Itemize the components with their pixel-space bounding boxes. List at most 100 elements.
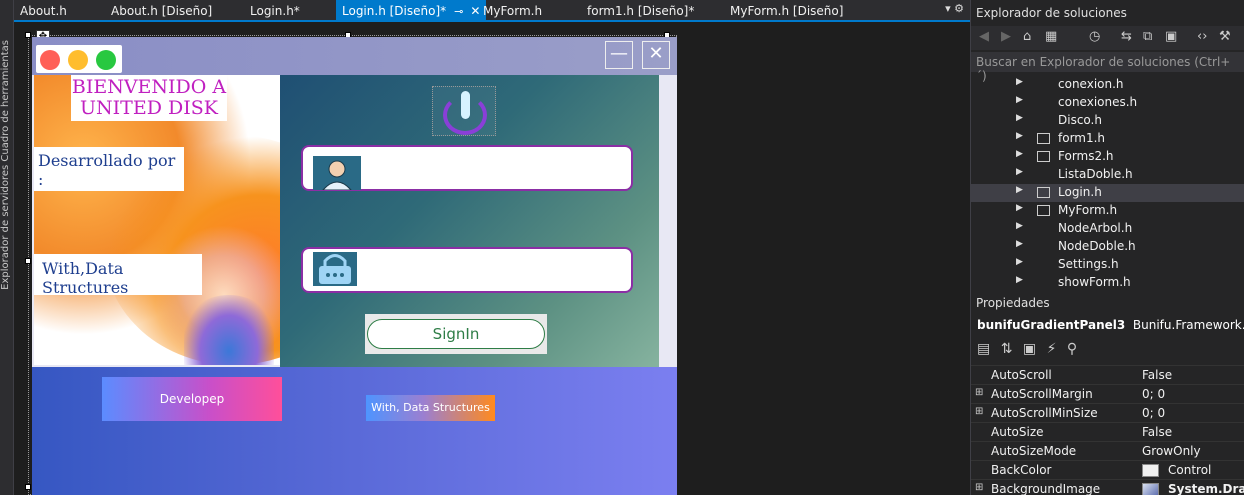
login-gradient-panel: SignIn bbox=[280, 75, 659, 367]
property-value[interactable]: System.Drawi bbox=[1168, 482, 1244, 495]
close-icon[interactable]: ✕ bbox=[470, 4, 480, 18]
tree-item[interactable]: ▶ MyForm.h bbox=[971, 202, 1244, 220]
resize-handle[interactable] bbox=[25, 258, 31, 264]
expand-arrow-icon[interactable]: ▶ bbox=[1016, 113, 1023, 123]
tab-myform-h-design[interactable]: MyForm.h [Diseño] bbox=[730, 0, 843, 21]
minimize-icon[interactable]: — bbox=[605, 41, 633, 69]
maximize-dot-icon[interactable] bbox=[96, 50, 116, 70]
close-icon[interactable]: ✕ bbox=[642, 41, 670, 69]
expand-arrow-icon[interactable]: ▶ bbox=[1016, 275, 1023, 285]
tree-item[interactable]: ▶ Settings.h bbox=[971, 256, 1244, 274]
expand-icon[interactable]: ⊞ bbox=[975, 406, 983, 417]
resize-handle[interactable] bbox=[25, 32, 31, 38]
property-value[interactable]: 0; 0 bbox=[1142, 406, 1165, 420]
expand-arrow-icon[interactable]: ▶ bbox=[1016, 167, 1023, 177]
minimize-dot-icon[interactable] bbox=[68, 50, 88, 70]
property-row[interactable]: ⊞ AutoScrollMargin 0; 0 bbox=[971, 384, 1244, 403]
expand-icon[interactable]: ⊞ bbox=[975, 387, 983, 398]
resize-handle[interactable] bbox=[25, 484, 31, 490]
home-icon[interactable]: ⌂ bbox=[1023, 29, 1031, 44]
form-file-icon bbox=[1037, 205, 1050, 216]
expand-icon[interactable]: ⊞ bbox=[975, 482, 983, 493]
tree-item[interactable]: ▶ showForm.h bbox=[971, 274, 1244, 292]
property-row[interactable]: ⊞ BackgroundImage System.Drawi bbox=[971, 479, 1244, 495]
alphabetical-icon[interactable]: ⇅ bbox=[1001, 341, 1013, 357]
property-value[interactable]: 0; 0 bbox=[1142, 387, 1165, 401]
tree-item[interactable]: ▶ conexiones.h bbox=[971, 94, 1244, 112]
forward-icon[interactable]: ▶ bbox=[1001, 29, 1011, 44]
tree-item[interactable]: ▶ ListaDoble.h bbox=[971, 166, 1244, 184]
expand-arrow-icon[interactable]: ▶ bbox=[1016, 77, 1023, 87]
property-pages-icon[interactable]: ⚲ bbox=[1067, 341, 1077, 357]
expand-arrow-icon[interactable]: ▶ bbox=[1016, 221, 1023, 231]
file-label: Login.h bbox=[1058, 185, 1102, 199]
window-dots bbox=[36, 45, 122, 73]
solution-explorer: Explorador de soluciones ◀ ▶ ⌂ ▦ ◷ ⇆ ⧉ ▣… bbox=[970, 0, 1244, 292]
tree-item[interactable]: ▶ NodeArbol.h bbox=[971, 220, 1244, 238]
expand-arrow-icon[interactable]: ▶ bbox=[1016, 95, 1023, 105]
tree-item[interactable]: ▶ Disco.h bbox=[971, 112, 1244, 130]
property-value[interactable]: GrowOnly bbox=[1142, 444, 1201, 458]
property-row[interactable]: AutoSize False bbox=[971, 422, 1244, 441]
tree-item[interactable]: ▶ conexion.h bbox=[971, 76, 1244, 94]
tree-item[interactable]: ▶ form1.h bbox=[971, 130, 1244, 148]
form-file-icon bbox=[1037, 133, 1050, 144]
tab-login-h[interactable]: Login.h* bbox=[250, 0, 300, 21]
signin-button[interactable]: SignIn bbox=[367, 319, 545, 349]
property-value[interactable]: False bbox=[1142, 425, 1172, 439]
expand-arrow-icon[interactable]: ▶ bbox=[1016, 239, 1023, 249]
solution-toolbar: ◀ ▶ ⌂ ▦ ◷ ⇆ ⧉ ▣ ‹› ⚒ bbox=[971, 26, 1244, 50]
file-label: ListaDoble.h bbox=[1058, 167, 1133, 181]
tab-about-h[interactable]: About.h bbox=[20, 0, 67, 21]
expand-arrow-icon[interactable]: ▶ bbox=[1016, 203, 1023, 213]
collapse-icon[interactable]: ⧉ bbox=[1143, 29, 1152, 44]
tree-item[interactable]: ▶ NodeDoble.h bbox=[971, 238, 1244, 256]
property-row[interactable]: ⊞ AutoScrollMinSize 0; 0 bbox=[971, 403, 1244, 422]
show-all-icon[interactable]: ▣ bbox=[1165, 29, 1177, 44]
tree-item-selected[interactable]: ▶ Login.h bbox=[971, 184, 1244, 202]
document-tab-bar: About.h About.h [Diseño] Login.h* Login.… bbox=[14, 0, 970, 22]
data-structures-label: With,Data Structures bbox=[34, 254, 202, 297]
close-dot-icon[interactable] bbox=[40, 50, 60, 70]
expand-arrow-icon[interactable]: ▶ bbox=[1016, 149, 1023, 159]
data-structures-button[interactable]: With, Data Structures bbox=[366, 395, 495, 421]
history-icon[interactable]: ◷ bbox=[1089, 29, 1100, 44]
password-input[interactable] bbox=[365, 255, 625, 287]
code-icon[interactable]: ‹› bbox=[1197, 29, 1207, 44]
left-strip-text[interactable]: Explorador de servidores Cuadro de herra… bbox=[0, 40, 14, 290]
sync-icon[interactable]: ⇆ bbox=[1121, 29, 1132, 44]
tab-overflow-icon[interactable]: ▾ ⚙ bbox=[945, 2, 964, 15]
file-label: MyForm.h bbox=[1058, 203, 1118, 217]
events-icon[interactable]: ⚡ bbox=[1047, 341, 1057, 357]
tab-form1-h-design[interactable]: form1.h [Diseño]* bbox=[587, 0, 694, 21]
solution-search-input[interactable]: Buscar en Explorador de soluciones (Ctrl… bbox=[971, 52, 1244, 83]
tab-myform-h[interactable]: MyForm.h bbox=[483, 0, 542, 21]
password-field[interactable] bbox=[301, 247, 633, 293]
selected-object[interactable]: bunifuGradientPanel3 Bunifu.Framework.UI… bbox=[977, 318, 1244, 332]
developep-button[interactable]: Developep bbox=[102, 377, 282, 421]
property-row[interactable]: BackColor Control bbox=[971, 460, 1244, 479]
property-value[interactable]: False bbox=[1142, 368, 1172, 382]
properties-toolbar: ▤ ⇅ ▣ ⚡ ⚲ bbox=[977, 341, 1083, 357]
properties-title: Propiedades bbox=[976, 296, 1050, 310]
categorized-icon[interactable]: ▤ bbox=[977, 341, 990, 357]
property-row[interactable]: AutoSizeMode GrowOnly bbox=[971, 441, 1244, 460]
user-icon bbox=[313, 156, 361, 191]
username-field[interactable] bbox=[301, 145, 633, 191]
switch-views-icon[interactable]: ▦ bbox=[1045, 29, 1057, 44]
property-value[interactable]: Control bbox=[1168, 463, 1211, 477]
developed-by-label: Desarrollado por : bbox=[34, 147, 184, 191]
tree-item[interactable]: ▶ Forms2.h bbox=[971, 148, 1244, 166]
welcome-label: BIENVENIDO A UNITED DISK bbox=[71, 75, 227, 121]
username-input[interactable] bbox=[365, 153, 625, 185]
property-row[interactable]: AutoScroll False bbox=[971, 365, 1244, 384]
expand-arrow-icon[interactable]: ▶ bbox=[1016, 185, 1023, 195]
tab-login-h-design[interactable]: Login.h [Diseño]* ⊸ ✕ bbox=[336, 0, 487, 21]
tab-about-h-design[interactable]: About.h [Diseño] bbox=[111, 0, 212, 21]
expand-arrow-icon[interactable]: ▶ bbox=[1016, 257, 1023, 267]
wrench-icon[interactable]: ⚒ bbox=[1219, 29, 1231, 44]
back-icon[interactable]: ◀ bbox=[979, 29, 989, 44]
expand-arrow-icon[interactable]: ▶ bbox=[1016, 131, 1023, 141]
properties-icon[interactable]: ▣ bbox=[1023, 341, 1036, 357]
pin-icon[interactable]: ⊸ bbox=[454, 5, 463, 18]
